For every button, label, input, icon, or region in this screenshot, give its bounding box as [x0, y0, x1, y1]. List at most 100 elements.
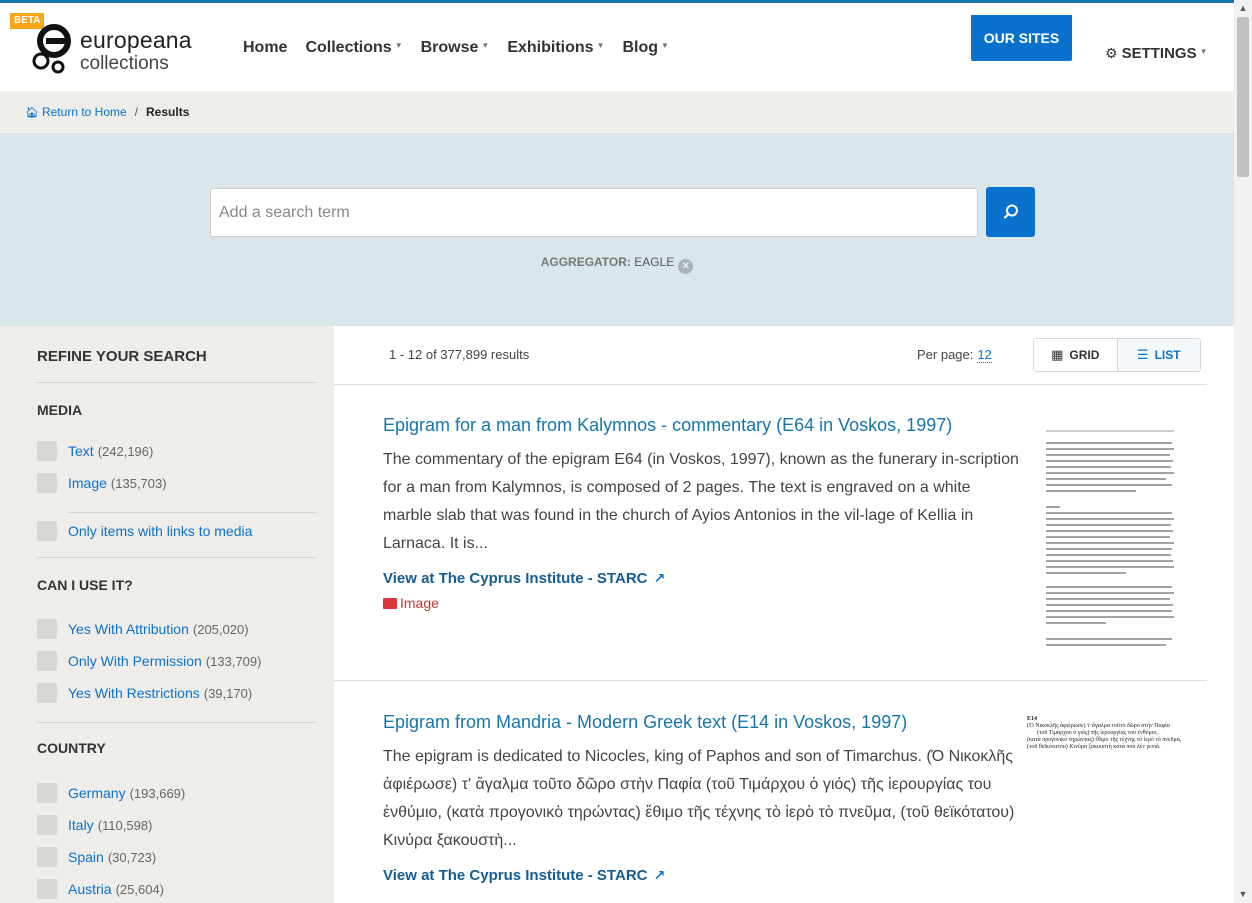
nav-exhibitions[interactable]: Exhibitions ▼ [507, 39, 604, 57]
caret-down-icon: ▼ [481, 41, 490, 50]
facet-count: (30,723) [107, 849, 157, 865]
divider [334, 680, 1207, 681]
divider [334, 384, 1207, 385]
view-at-provider-link[interactable]: View at The Cyprus Institute - STARC ↗ [383, 570, 1023, 587]
checkbox[interactable] [37, 847, 57, 867]
nav-browse[interactable]: Browse ▼ [421, 39, 490, 57]
breadcrumb-current: Results [146, 105, 190, 119]
view-toggle: ▦ GRID ☰ LIST [1033, 338, 1201, 372]
remove-filter-icon[interactable]: ✕ [678, 259, 694, 274]
result-description: The epigram is dedicated to Nicocles, ki… [383, 748, 1015, 849]
nav-home-label: Home [243, 39, 288, 56]
scroll-up-arrow-icon[interactable]: ▲ [1234, 0, 1252, 17]
facet-label: Image [68, 475, 107, 491]
checkbox[interactable] [37, 783, 57, 803]
grid-view-button[interactable]: ▦ GRID [1034, 339, 1118, 371]
country-facet-title: COUNTRY [37, 740, 106, 756]
media-type: Image [383, 595, 1023, 611]
checkbox[interactable] [37, 619, 57, 639]
nav-blog-label: Blog [622, 39, 659, 56]
checkbox[interactable] [37, 651, 57, 671]
nav-collections[interactable]: Collections ▼ [305, 39, 402, 57]
facet-count: (193,669) [129, 785, 186, 801]
facet-option-image[interactable]: Image (135,703) [37, 473, 167, 493]
view-at-provider-link[interactable]: View at The Cyprus Institute - STARC ↗ [383, 867, 1023, 884]
facet-option-permission[interactable]: Only With Permission (133,709) [37, 651, 261, 671]
filter-key: AGGREGATOR: [540, 255, 631, 269]
caret-down-icon: ▼ [394, 41, 403, 50]
nav-collections-label: Collections [305, 39, 392, 56]
page-scrollbar[interactable]: ▲ ▼ [1234, 0, 1252, 903]
refine-sidebar: REFINE YOUR SEARCH MEDIA Text (242,196) I… [0, 326, 334, 903]
facet-label: Text [68, 443, 94, 459]
facet-option-links-only[interactable]: Only items with links to media [37, 521, 252, 541]
result-item: Epigram for a man from Kalymnos - commen… [383, 412, 1023, 611]
checkbox[interactable] [37, 879, 57, 899]
gear-icon: ⚙ [1105, 45, 1118, 61]
facet-option-germany[interactable]: Germany (193,669) [37, 783, 185, 803]
caret-down-icon: ▼ [661, 41, 669, 50]
list-view-button[interactable]: ☰ LIST [1117, 339, 1200, 371]
scroll-down-arrow-icon[interactable]: ▼ [1234, 886, 1252, 903]
facet-option-restrictions[interactable]: Yes With Restrictions (39,170) [37, 683, 252, 703]
provider-link-label: View at The Cyprus Institute - STARC [383, 867, 648, 884]
site-header: BETA europeana collections Home Collecti… [0, 3, 1234, 91]
europeana-logo-icon [32, 24, 71, 74]
facet-count: (135,703) [110, 475, 167, 491]
facet-count: (205,020) [192, 621, 249, 637]
search-area: AGGREGATOR: EAGLE✕ [0, 133, 1234, 326]
scrollbar-thumb[interactable] [1237, 17, 1249, 177]
breadcrumb: 🏠︎ Return to Home / Results [0, 91, 1234, 133]
results-count: 1 - 12 of 377,899 results [389, 347, 530, 362]
caret-down-icon: ▼ [596, 41, 605, 50]
refine-title: REFINE YOUR SEARCH [37, 348, 207, 365]
facet-option-austria[interactable]: Austria (25,604) [37, 879, 164, 899]
facet-option-text[interactable]: Text (242,196) [37, 441, 153, 461]
nav-browse-label: Browse [420, 39, 479, 56]
grid-label: GRID [1069, 348, 1100, 362]
logo-text-collections: collections [80, 53, 169, 74]
image-icon [383, 598, 397, 609]
search-input[interactable] [210, 188, 978, 237]
logo-text-europeana: europeana [80, 27, 192, 53]
checkbox[interactable] [37, 815, 57, 835]
result-thumbnail[interactable]: E14 (Ὁ Νικοκλῆς ἀφιέρωσε) τ' ἄγαλμα τοῦτ… [1024, 715, 1209, 769]
thumb-line: (τοῦ θεϊκότατου) Κινύρα ξακουστὴ κατὰ πο… [1027, 744, 1161, 750]
settings-menu[interactable]: ⚙ SETTINGS ▼ [1105, 45, 1208, 62]
divider [37, 382, 317, 383]
facet-label: Austria [68, 881, 112, 897]
checkbox[interactable] [37, 683, 57, 703]
checkbox[interactable] [37, 441, 57, 461]
facet-count: (110,598) [97, 817, 153, 833]
media-type-label: Image [400, 595, 439, 611]
our-sites-button[interactable]: OUR SITES [971, 15, 1072, 61]
nav-exhibitions-label: Exhibitions [507, 39, 594, 56]
checkbox[interactable] [37, 473, 57, 493]
result-thumbnail[interactable] [1042, 422, 1178, 662]
result-title-link[interactable]: Epigram for a man from Kalymnos - commen… [383, 412, 1023, 438]
per-page-select[interactable]: 12 [977, 347, 992, 363]
facet-count: (133,709) [205, 653, 262, 669]
facet-option-attribution[interactable]: Yes With Attribution (205,020) [37, 619, 249, 639]
facet-option-spain[interactable]: Spain (30,723) [37, 847, 156, 867]
breadcrumb-home-link[interactable]: Return to Home [42, 105, 127, 119]
home-icon: 🏠︎ [25, 107, 39, 119]
external-link-icon: ↗ [653, 867, 666, 883]
facet-label: Only items with links to media [68, 523, 253, 539]
thumb-line: (Ὁ Νικοκλῆς ἀφιέρωσε) τ' ἄγαλμα τοῦτο δῶ… [1027, 723, 1170, 729]
search-button[interactable] [986, 187, 1035, 237]
facet-label: Yes With Attribution [68, 621, 189, 637]
europeana-logo[interactable]: europeana collections [32, 17, 212, 83]
grid-icon: ▦ [1051, 347, 1064, 362]
thumb-line: E14 [1027, 716, 1038, 722]
checkbox[interactable] [37, 521, 57, 541]
list-label: LIST [1154, 348, 1181, 362]
nav-blog[interactable]: Blog ▼ [622, 39, 668, 57]
result-title-link[interactable]: Epigram from Mandria - Modern Greek text… [383, 709, 1023, 735]
caret-down-icon: ▼ [1199, 47, 1208, 56]
facet-option-italy[interactable]: Italy (110,598) [37, 815, 152, 835]
nav-home[interactable]: Home [243, 39, 287, 57]
rights-facet-title: CAN I USE IT? [37, 577, 133, 593]
external-link-icon: ↗ [653, 570, 666, 586]
divider [68, 512, 317, 513]
